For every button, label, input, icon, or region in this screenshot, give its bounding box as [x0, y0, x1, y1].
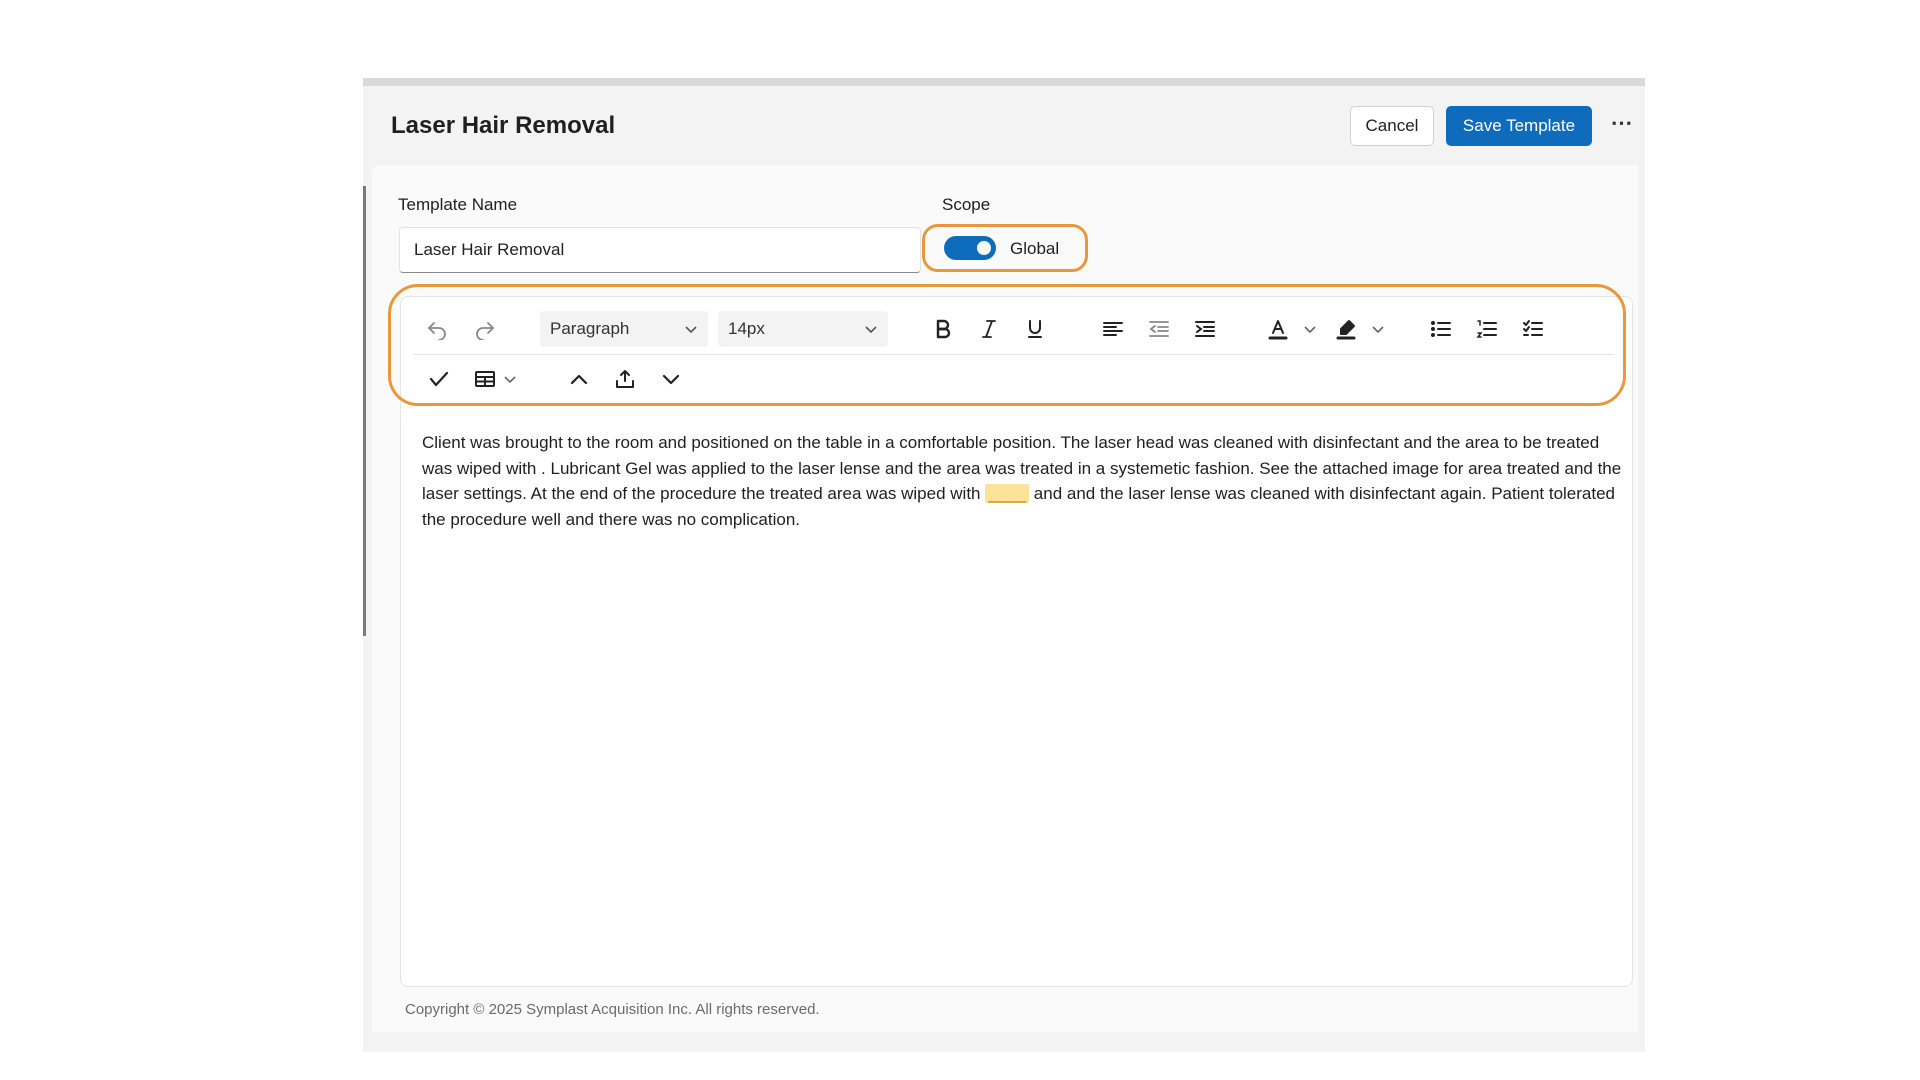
move-down-icon[interactable] [653, 361, 689, 397]
template-name-label: Template Name [398, 195, 518, 214]
align-left-icon[interactable] [1095, 311, 1131, 347]
block-format-value: Paragraph [550, 319, 630, 338]
copyright-footer: Copyright © 2025 Symplast Acquisition In… [405, 1001, 820, 1018]
text-color-chevron-icon[interactable] [1300, 311, 1320, 347]
checklist-icon[interactable] [1515, 311, 1551, 347]
placeholder-field[interactable]: ____ [985, 484, 1030, 503]
table-icon[interactable] [467, 361, 503, 397]
scope-label: Scope [942, 195, 991, 214]
scope-value: Global [1010, 239, 1060, 258]
insert-icon[interactable] [607, 361, 643, 397]
editor-content[interactable]: Client was brought to the room and posit… [422, 430, 1622, 532]
font-size-dropdown[interactable]: 14px [718, 311, 888, 347]
bold-icon[interactable] [925, 311, 961, 347]
toggle-knob [977, 241, 991, 255]
more-options-icon[interactable]: ⋯ [1604, 108, 1640, 144]
table-chevron-icon[interactable] [500, 361, 520, 397]
undo-icon[interactable] [419, 310, 455, 346]
cancel-button[interactable]: Cancel [1350, 106, 1434, 146]
italic-icon[interactable] [971, 311, 1007, 347]
chevron-down-icon [865, 326, 877, 334]
underline-icon[interactable] [1017, 311, 1053, 347]
block-format-dropdown[interactable]: Paragraph [540, 311, 708, 347]
outdent-icon[interactable] [1141, 311, 1177, 347]
redo-icon[interactable] [467, 310, 503, 346]
scope-toggle[interactable] [944, 236, 996, 260]
page-title: Laser Hair Removal [391, 112, 616, 139]
chevron-down-icon [685, 326, 697, 334]
text-color-icon[interactable] [1260, 311, 1296, 347]
move-up-icon[interactable] [561, 361, 597, 397]
font-size-value: 14px [728, 319, 765, 338]
left-scrollbar[interactable] [363, 186, 366, 636]
save-template-button[interactable]: Save Template [1446, 106, 1592, 146]
template-name-input[interactable] [399, 227, 921, 273]
indent-icon[interactable] [1187, 311, 1223, 347]
numbered-list-icon[interactable] [1469, 311, 1505, 347]
toolbar-divider [414, 354, 1614, 355]
highlight-icon[interactable] [1328, 311, 1364, 347]
bullet-list-icon[interactable] [1423, 311, 1459, 347]
spellcheck-icon[interactable] [421, 361, 457, 397]
highlight-chevron-icon[interactable] [1368, 311, 1388, 347]
